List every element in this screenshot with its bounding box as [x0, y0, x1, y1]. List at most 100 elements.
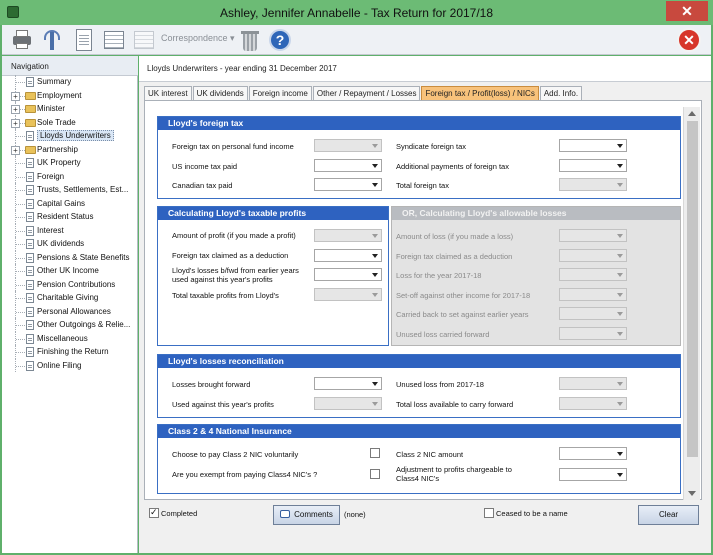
total-loss-carry-forward-select	[559, 397, 627, 410]
nav-item-label: Finishing the Return	[37, 347, 109, 356]
tab[interactable]: Other / Repayment / Losses	[312, 86, 421, 100]
page-icon	[26, 347, 34, 357]
nav-item-label: Interest	[37, 225, 64, 235]
comments-button-label: Comments	[294, 510, 333, 519]
tab[interactable]: UK interest	[144, 86, 192, 100]
clear-button[interactable]: Clear	[638, 505, 699, 525]
tree-line	[16, 325, 25, 326]
class2-voluntary-checkbox[interactable]	[370, 448, 380, 458]
tab[interactable]: Add. Info.	[539, 86, 583, 100]
tree-line	[16, 82, 25, 83]
exit-icon[interactable]: ✕	[677, 28, 701, 52]
syndicate-foreign-tax-select[interactable]	[559, 139, 627, 152]
used-against-profits-select	[314, 397, 382, 410]
nav-item[interactable]: Capital Gains	[2, 196, 138, 210]
nav-item[interactable]: + Employment	[2, 88, 138, 102]
vertical-scrollbar[interactable]	[683, 107, 700, 500]
completed-checkbox[interactable]	[149, 507, 159, 518]
tree-line	[16, 352, 25, 353]
nav-item-label: Pension Contributions	[37, 279, 116, 289]
additional-foreign-tax-select[interactable]	[559, 159, 627, 172]
page-icon	[26, 320, 34, 330]
nav-item[interactable]: Pension Contributions	[2, 277, 138, 291]
foreign-tax-personal-fund-select	[314, 139, 382, 152]
correspondence-menu[interactable]: Correspondence ▾	[161, 33, 235, 44]
page-icon	[26, 198, 34, 209]
nav-item[interactable]: UK dividends	[2, 237, 138, 251]
nav-item[interactable]: Summary	[2, 75, 138, 89]
expand-icon[interactable]: +	[11, 145, 20, 155]
nav-item[interactable]: Finishing the Return	[2, 345, 138, 359]
used-against-profits-label: Used against this year's profits	[172, 400, 274, 409]
comments-button[interactable]: Comments	[273, 505, 340, 525]
nav-item[interactable]: Charitable Giving	[2, 291, 138, 305]
ceased-checkbox[interactable]	[484, 508, 494, 518]
nav-item[interactable]: Personal Allowances	[2, 304, 138, 318]
title-bar: Ashley, Jennifer Annabelle - Tax Return …	[0, 0, 713, 25]
comment-icon	[280, 510, 291, 518]
chevron-down-icon	[614, 160, 626, 171]
nav-item[interactable]: Miscellaneous	[2, 331, 138, 345]
page-icon	[26, 360, 34, 371]
nav-item[interactable]: Foreign	[2, 169, 138, 183]
losses-bfwd-select[interactable]	[314, 268, 382, 281]
canadian-tax-select[interactable]	[314, 178, 382, 191]
scroll-down-icon[interactable]	[688, 491, 696, 496]
spreadsheet-icon[interactable]	[102, 28, 126, 52]
tree-line	[16, 257, 25, 259]
window-close-button[interactable]: ✕	[666, 1, 708, 21]
class2-amount-select[interactable]	[559, 447, 627, 460]
help-icon[interactable]: ?	[268, 28, 292, 52]
nav-item[interactable]: Resident Status	[2, 210, 138, 224]
us-income-tax-label: US income tax paid	[172, 162, 238, 171]
us-income-tax-select[interactable]	[314, 159, 382, 172]
losses-brought-forward-select[interactable]	[314, 377, 382, 390]
ceased-label: Ceased to be a name	[496, 509, 568, 518]
tab[interactable]: Foreign tax / Profit(loss) / NICs	[421, 86, 539, 100]
expand-icon[interactable]: +	[11, 118, 20, 128]
broadcast-tower-icon[interactable]	[40, 28, 64, 52]
nav-item[interactable]: Other Outgoings & Relie...	[2, 318, 138, 332]
nav-item[interactable]: Pensions & State Benefits	[2, 250, 138, 264]
nav-item[interactable]: + Partnership	[2, 142, 138, 156]
tree-line	[16, 163, 25, 164]
nav-item[interactable]: Other UK Income	[2, 264, 138, 278]
expand-icon[interactable]: +	[11, 91, 20, 101]
page-icon	[26, 225, 34, 236]
nav-item[interactable]: Lloyds Underwriters	[2, 129, 138, 143]
tree-line	[16, 244, 25, 245]
chevron-down-icon	[614, 289, 626, 300]
tree-line	[16, 284, 25, 286]
navigation-panel: Navigation Summary + Employment + Minister + S…	[2, 56, 138, 553]
document-icon[interactable]	[72, 28, 96, 52]
tab[interactable]: UK dividends	[192, 86, 248, 100]
chevron-down-icon	[614, 308, 626, 319]
print-icon[interactable]	[10, 28, 34, 52]
nav-item[interactable]: Interest	[2, 223, 138, 237]
chevron-down-icon	[369, 250, 381, 261]
losses-bfwd-label: Lloyd's losses b/fwd from earlier years …	[172, 266, 299, 284]
class4-adjustment-select[interactable]	[559, 468, 627, 481]
scroll-thumb[interactable]	[687, 121, 698, 457]
page-icon	[26, 293, 34, 303]
nav-item[interactable]: Online Filing	[2, 358, 138, 372]
recycle-bin-icon[interactable]	[238, 28, 262, 52]
page-icon	[26, 239, 34, 249]
section-header: Lloyds Underwriters - year ending 31 Dec…	[139, 56, 711, 82]
loss-foreign-tax-deduction-label: Foreign tax claimed as a deduction	[396, 252, 513, 261]
page-icon	[26, 212, 34, 222]
nav-item[interactable]: Trusts, Settlements, Est...	[2, 183, 138, 197]
nav-item-label: Trusts, Settlements, Est...	[37, 185, 129, 194]
chevron-down-icon	[369, 289, 381, 300]
nav-item[interactable]: + Minister	[2, 102, 138, 116]
class4-exempt-checkbox[interactable]	[370, 469, 380, 479]
tab[interactable]: Foreign income	[248, 86, 312, 100]
foreign-tax-deduction-select[interactable]	[314, 249, 382, 262]
expand-icon[interactable]: +	[11, 105, 20, 114]
scroll-up-icon[interactable]	[688, 111, 696, 116]
nav-item-label: Charitable Giving	[37, 293, 99, 302]
chevron-down-icon	[614, 378, 626, 389]
nav-item[interactable]: + Sole Trade	[2, 115, 138, 129]
nav-item[interactable]: UK Property	[2, 156, 138, 170]
nav-item-label: Personal Allowances	[37, 306, 111, 316]
